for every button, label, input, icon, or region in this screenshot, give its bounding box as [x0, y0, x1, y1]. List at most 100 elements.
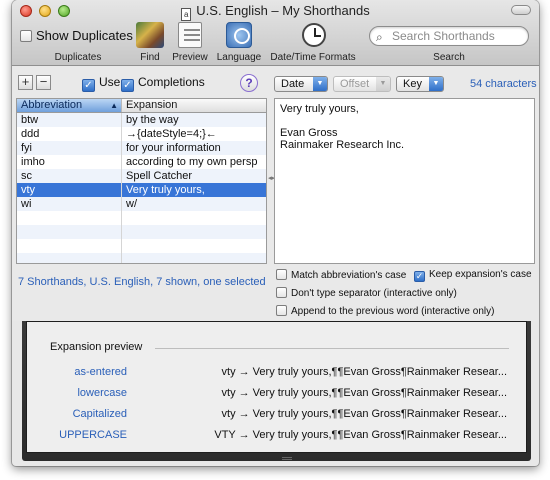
table-row[interactable]: sc Spell Catcher — [17, 169, 266, 183]
abbreviation-cell: sc — [17, 169, 122, 183]
empty-cell — [17, 211, 122, 225]
expansion-cell: w/ — [126, 198, 137, 210]
offset-popup: Offset ▼ — [333, 76, 391, 92]
table-row[interactable]: btw by the way — [17, 113, 266, 127]
append-previous-label: Append to the previous word (interactive… — [291, 306, 495, 317]
books-icon[interactable] — [136, 22, 164, 48]
chevron-down-icon: ▼ — [313, 77, 327, 91]
expansion-cell: according to my own persp — [126, 156, 258, 168]
search-field[interactable]: ⌕ — [369, 26, 529, 46]
shorthands-table[interactable]: Abbreviation ▲ Expansion btw by the way dd… — [16, 98, 267, 264]
offset-popup-label: Offset — [340, 78, 370, 90]
remove-shorthand-button[interactable]: − — [36, 75, 51, 90]
append-previous-checkbox[interactable]: Append to the previous word (interactive… — [276, 305, 494, 317]
preview-row-text: vty → Very truly yours,¶¶Evan Gross¶Rain… — [221, 366, 507, 378]
empty-cell — [17, 225, 122, 239]
checkmark-icon[interactable]: ✓ — [414, 271, 425, 282]
table-header: Abbreviation ▲ Expansion — [17, 99, 266, 113]
table-row-empty[interactable] — [17, 239, 266, 253]
window-title: U.S. English – My Shorthands — [196, 3, 370, 18]
document-icon[interactable] — [178, 22, 202, 48]
key-popup-label: Key — [403, 78, 422, 90]
heading-divider — [155, 348, 509, 349]
language-caption[interactable]: Language — [215, 52, 263, 63]
preview-row: as-entered vty → Very truly yours,¶¶Evan … — [27, 365, 526, 380]
editor-line: Evan Gross — [280, 127, 338, 139]
globe-icon[interactable] — [226, 22, 252, 48]
table-row-empty[interactable] — [17, 211, 266, 225]
table-row-empty[interactable] — [17, 225, 266, 239]
match-case-box[interactable] — [276, 269, 287, 280]
preview-row: lowercase vty → Very truly yours,¶¶Evan G… — [27, 386, 526, 401]
titlebar-toolbar: a U.S. English – My Shorthands Show Dupli… — [12, 0, 539, 66]
magnifier-icon[interactable]: ⌕ — [376, 30, 383, 45]
dont-type-separator-box[interactable] — [276, 287, 287, 298]
table-row[interactable]: imho according to my own persp — [17, 155, 266, 169]
completions-checkbox[interactable]: ✓ Completions — [121, 75, 205, 92]
abbreviation-cell: vty — [17, 183, 122, 197]
table-row[interactable]: ddd →{dateStyle=4;}← — [17, 127, 266, 141]
help-button[interactable]: ? — [240, 74, 258, 92]
search-input[interactable] — [392, 29, 522, 43]
expansion-header-label: Expansion — [126, 99, 178, 111]
table-row[interactable]: fyi for your information — [17, 141, 266, 155]
chevron-down-icon: ▼ — [376, 77, 390, 91]
match-case-label: Match abbreviation's case — [291, 270, 407, 281]
abbreviation-header-label: Abbreviation — [21, 99, 83, 111]
empty-cell — [122, 239, 266, 253]
content-area: + − ✓ Use ✓ Completions ? Date ▼ Offset ▼ Ke… — [12, 66, 539, 321]
expansion-cell: for your information — [126, 142, 221, 154]
find-caption[interactable]: Find — [130, 52, 170, 63]
expansion-cell: Very truly yours, — [126, 184, 205, 196]
column-header-expansion[interactable]: Expansion — [122, 99, 266, 112]
preview-row: UPPERCASE VTY → Very truly yours,¶¶Evan G… — [27, 428, 526, 443]
datetime-caption[interactable]: Date/Time Formats — [267, 52, 359, 63]
checkmark-icon[interactable]: ✓ — [121, 79, 134, 92]
abbreviation-cell: ddd — [17, 127, 122, 141]
table-body: btw by the way ddd →{dateStyle=4;}← fyi for… — [17, 113, 266, 263]
sort-ascending-icon: ▲ — [110, 101, 118, 110]
character-count: 54 characters — [470, 78, 537, 90]
add-shorthand-button[interactable]: + — [18, 75, 33, 90]
column-header-abbreviation[interactable]: Abbreviation ▲ — [17, 99, 122, 112]
preview-row-text: vty → Very truly yours,¶¶Evan Gross¶Rain… — [221, 408, 507, 420]
empty-cell — [122, 225, 266, 239]
completions-label: Completions — [138, 75, 205, 89]
keep-case-label: Keep expansion's case — [429, 269, 532, 280]
checkmark-icon[interactable]: ✓ — [82, 79, 95, 92]
use-checkbox[interactable]: ✓ Use — [82, 75, 120, 92]
key-popup[interactable]: Key ▼ — [396, 76, 444, 92]
abbreviation-cell: wi — [17, 197, 122, 211]
empty-cell — [17, 253, 122, 263]
append-previous-box[interactable] — [276, 305, 287, 316]
drawer-resize-handle[interactable] — [282, 457, 292, 460]
expansion-editor[interactable]: Very truly yours, Evan Gross Rainmaker R… — [274, 98, 535, 264]
duplicates-caption: Duplicates — [54, 52, 102, 63]
table-row-empty[interactable] — [17, 253, 266, 263]
dont-type-separator-checkbox[interactable]: Don't type separator (interactive only) — [276, 287, 457, 299]
date-popup[interactable]: Date ▼ — [274, 76, 328, 92]
preview-caption[interactable]: Preview — [168, 52, 212, 63]
document-proxy-icon[interactable]: a — [181, 8, 192, 21]
abbreviation-cell: imho — [17, 155, 122, 169]
empty-cell — [122, 253, 266, 263]
keep-case-checkbox[interactable]: ✓ Keep expansion's case — [414, 269, 532, 282]
main-window: a U.S. English – My Shorthands Show Dupli… — [12, 0, 539, 466]
preview-row-text: VTY → Very truly yours,¶¶Evan Gross¶Rain… — [214, 429, 507, 441]
expansion-cell: Spell Catcher — [126, 170, 193, 182]
empty-cell — [122, 211, 266, 225]
show-duplicates-box[interactable] — [20, 30, 32, 42]
clock-icon[interactable] — [302, 23, 326, 47]
preview-drawer: Expansion preview as-entered vty → Very t… — [22, 321, 531, 461]
match-case-checkbox[interactable]: Match abbreviation's case — [276, 269, 406, 281]
window-title-bar: a U.S. English – My Shorthands — [12, 3, 539, 21]
expansion-cell: by the way — [126, 114, 179, 126]
preview-row-label: Capitalized — [72, 408, 127, 420]
table-row-selected[interactable]: vty Very truly yours, — [17, 183, 266, 197]
show-duplicates-checkbox[interactable]: Show Duplicates — [20, 28, 133, 43]
preview-row-text: vty → Very truly yours,¶¶Evan Gross¶Rain… — [221, 387, 507, 399]
preview-row: Capitalized vty → Very truly yours,¶¶Evan… — [27, 407, 526, 422]
toolbar-toggle-button[interactable] — [511, 5, 531, 15]
table-row[interactable]: wi w/ — [17, 197, 266, 211]
